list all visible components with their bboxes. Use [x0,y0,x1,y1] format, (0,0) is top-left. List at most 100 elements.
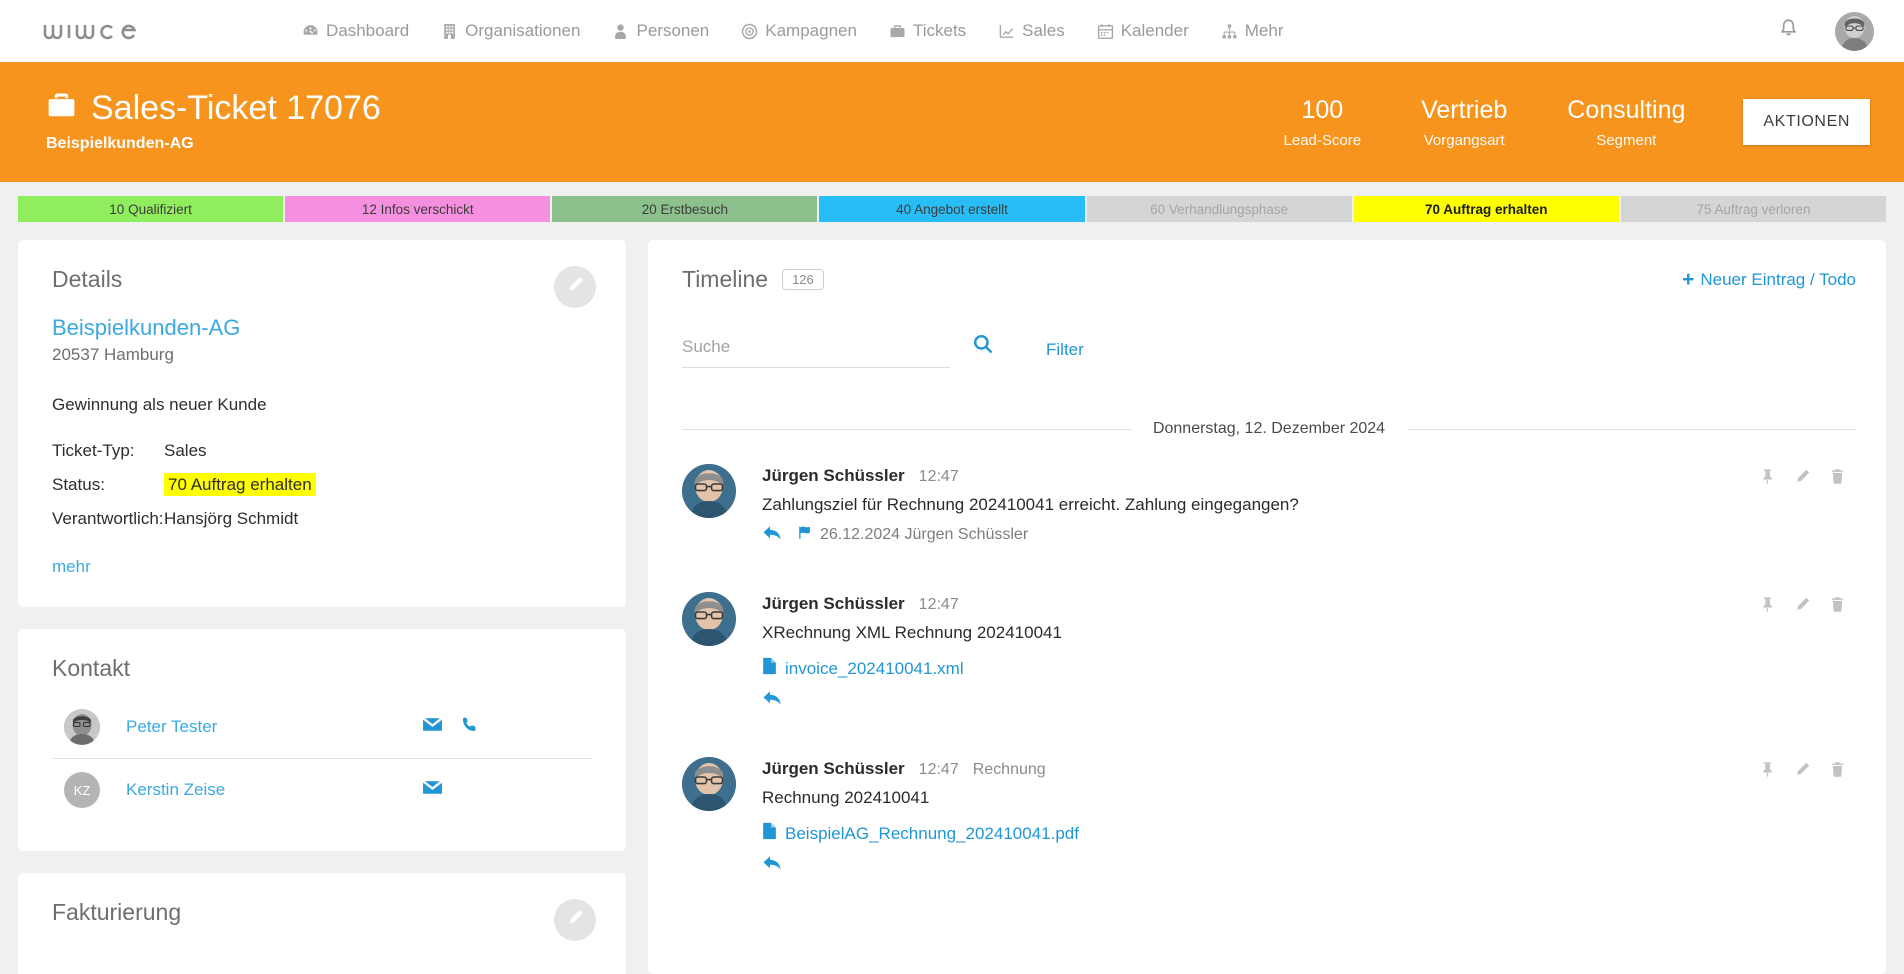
trash-icon[interactable] [1829,468,1846,490]
timeline-title: Timeline [682,266,769,292]
entry-time: 12:47 [918,468,959,485]
main-nav-links: Dashboard Organisationen Personen Kampag… [302,21,1284,41]
reply-icon[interactable] [762,854,783,876]
entry-attachment: invoice_202410041.xml [762,657,1856,680]
stage-item-3[interactable]: 40 Angebot erstellt [819,196,1087,222]
dashboard-icon [302,23,319,40]
search-input[interactable] [682,337,950,368]
nav-item-organisationen[interactable]: Organisationen [441,21,580,41]
nav-item-mehr[interactable]: Mehr [1221,21,1284,41]
right-column: Timeline 126 + Neuer Eintrag / Todo Filt… [648,240,1886,974]
entry-text: XRechnung XML Rechnung 202410041 [762,623,1062,642]
search-icon[interactable] [972,333,994,360]
trash-icon[interactable] [1829,596,1846,618]
attachment-link[interactable]: BeispielAG_Rechnung_202410041.pdf [785,824,1079,844]
timeline-date-separator: Donnerstag, 12. Dezember 2024 [682,420,1857,438]
user-avatar[interactable] [1835,11,1874,51]
organisation-city: 20537 Hamburg [52,345,174,364]
plus-icon: + [1682,268,1695,291]
details-description: Gewinnung als neuer Kunde [52,395,267,414]
pencil-icon [566,908,585,932]
nav-label: Personen [636,21,710,40]
timeline-search-row: Filter [682,333,1856,368]
pencil-icon[interactable] [1794,596,1811,618]
phone-icon[interactable] [461,716,478,738]
nav-item-tickets[interactable]: Tickets [889,21,966,41]
pencil-icon[interactable] [1794,468,1811,490]
file-icon [762,822,777,845]
pin-icon[interactable] [1759,468,1776,490]
nav-item-kampagnen[interactable]: Kampagnen [741,21,857,41]
details-more-link[interactable]: mehr [52,557,91,577]
entry-text: Zahlungsziel für Rechnung 202410041 erre… [762,495,1299,514]
stage-label: 60 Verhandlungsphase [1150,201,1289,217]
new-entry-button[interactable]: + Neuer Eintrag / Todo [1682,269,1856,290]
nav-item-dashboard[interactable]: Dashboard [302,21,409,41]
sitemap-icon [1221,23,1238,40]
fakturierung-card: Fakturierung [18,873,626,974]
briefcase-icon [46,91,77,128]
stage-item-0[interactable]: 10 Qualifiziert [18,196,286,222]
reply-icon[interactable] [762,689,783,711]
fakturierung-card-title: Fakturierung [52,899,182,925]
pencil-icon[interactable] [1794,761,1811,783]
entry-body: Jürgen Schüssler 12:47 Rechnung Rechnung… [762,757,1856,876]
target-icon [741,23,758,40]
entry-todo-text: 26.12.2024 Jürgen Schüssler [820,526,1029,543]
calendar-icon [1097,23,1114,40]
stage-item-4[interactable]: 60 Verhandlungsphase [1086,196,1354,222]
entry-meta: Jürgen Schüssler 12:47 [762,594,1856,614]
building-icon [441,23,458,40]
page-header: Sales-Ticket 17076 Beispielkunden-AG 100… [0,62,1904,182]
pin-icon[interactable] [1759,596,1776,618]
contact-name-link[interactable]: Kerstin Zeise [126,780,225,800]
stage-item-6[interactable]: 75 Auftrag verloren [1620,196,1886,222]
pin-icon[interactable] [1759,761,1776,783]
organisation-link[interactable]: Beispielkunden-AG [52,315,592,341]
nav-label: Sales [1022,21,1065,40]
header-stats: 100 Lead-Score Vertrieb Vorgangsart Cons… [1254,95,1870,149]
bell-icon[interactable] [1778,18,1799,45]
entry-footer [762,689,1856,711]
stage-item-5[interactable]: 70 Auftrag erhalten [1353,196,1621,222]
stat-vorgangsart: Vertrieb Vorgangsart [1391,95,1537,149]
entry-time: 12:47 [918,596,959,613]
nav-item-kalender[interactable]: Kalender [1097,21,1189,41]
nav-label: Organisationen [465,21,581,40]
details-edit-button[interactable] [554,266,596,308]
stat-label: Vorgangsart [1423,132,1505,150]
timeline-card: Timeline 126 + Neuer Eintrag / Todo Filt… [648,240,1886,974]
detail-row-ticket-typ: Ticket-Typ: Sales [52,441,592,461]
entry-actions [1759,468,1846,490]
briefcase-icon [889,23,906,40]
nav-item-sales[interactable]: Sales [998,21,1065,41]
attachment-link[interactable]: invoice_202410041.xml [785,659,964,679]
entry-avatar [682,464,736,518]
stage-item-2[interactable]: 20 Erstbesuch [552,196,820,222]
stage-label: 75 Auftrag verloren [1696,201,1811,217]
nav-item-personen[interactable]: Personen [612,21,709,41]
aktionen-button[interactable]: AKTIONEN [1743,99,1870,145]
entry-text: Rechnung 202410041 [762,788,930,807]
stat-value: Consulting [1567,95,1686,124]
entry-footer [762,854,1856,876]
fakturierung-edit-button[interactable] [554,899,596,941]
detail-value: Hansjörg Schmidt [164,509,299,528]
trash-icon[interactable] [1829,761,1846,783]
contact-name-link[interactable]: Peter Tester [126,717,217,737]
stat-lead-score: 100 Lead-Score [1254,95,1392,149]
person-icon [612,23,629,40]
stage-item-1[interactable]: 12 Infos verschickt [285,196,553,222]
wice-logo[interactable] [42,18,157,44]
entry-attachment: BeispielAG_Rechnung_202410041.pdf [762,822,1856,845]
reply-icon[interactable] [762,524,783,546]
filter-button[interactable]: Filter [1046,340,1084,360]
mail-icon[interactable] [422,779,443,801]
details-card: Details Beispielkunden-AG 20537 Hamburg … [18,240,626,607]
page-title-text: Sales-Ticket 17076 [91,89,381,128]
contact-avatar-initials: KZ [64,772,100,808]
mail-icon[interactable] [422,716,443,738]
entry-actions [1759,596,1846,618]
detail-value: Sales [164,441,207,460]
page-title: Sales-Ticket 17076 [46,89,381,128]
